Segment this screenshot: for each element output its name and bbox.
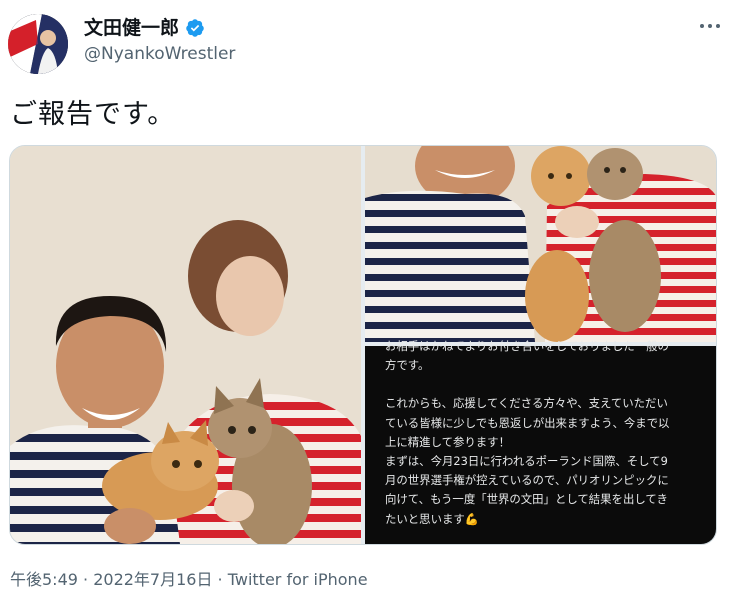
note-text: お相手はかねてよりお付き合いをしておりました一般の 方です。 これからも、応援し… [385, 339, 705, 529]
tweet-time[interactable]: 午後5:49 [10, 570, 78, 589]
tweet-metadata: 午後5:49 · 2022年7月16日 · Twitter for iPhone [10, 566, 368, 590]
note-line: たいと思います [385, 511, 465, 526]
photo-left[interactable] [10, 146, 361, 544]
photo-right-bottom[interactable]: お相手はかねてよりお付き合いをしておりました一般の 方です。 これからも、応援し… [365, 339, 716, 544]
tweet-source: Twitter for iPhone [227, 570, 368, 589]
note-line: まずは、今月23日に行われるポーランド国際、そして9 [385, 454, 668, 469]
verified-badge-icon [185, 18, 205, 38]
display-name[interactable]: 文田健一郎 [84, 16, 179, 40]
tweet-text: ご報告です。 [10, 99, 176, 130]
note-line: 上に精進して参ります！ [385, 434, 510, 449]
meta-separator: · [77, 570, 94, 589]
note-line: これからも、応援してくださる方々や、支えていただい [385, 396, 668, 411]
tweet-date[interactable]: 2022年7月16日 [93, 570, 212, 589]
user-handle[interactable]: @NyankoWrestler [84, 44, 235, 64]
meta-separator: · [212, 570, 228, 589]
flexed-biceps-icon: 💪 [464, 511, 479, 526]
avatar[interactable] [8, 14, 68, 74]
photo-right-top[interactable] [365, 146, 716, 342]
note-line: お相手はかねてよりお付き合いをしておりました一般の [385, 339, 669, 353]
note-line: ている皆様に少しでも恩返しが出来ますよう、今まで以 [385, 415, 670, 430]
note-line: 月の世界選手権が控えているので、パリオリンピックに [385, 473, 669, 488]
note-line: 向けて、もう一度「世界の文田」として結果を出してき [385, 492, 668, 507]
note-line [385, 375, 705, 394]
note-line-last: たいと思います💪 [385, 510, 705, 529]
more-options-icon[interactable] [692, 12, 728, 40]
media-grid: お相手はかねてよりお付き合いをしておりました一般の 方です。 これからも、応援し… [9, 145, 717, 545]
note-line: 方です。 [385, 358, 430, 373]
